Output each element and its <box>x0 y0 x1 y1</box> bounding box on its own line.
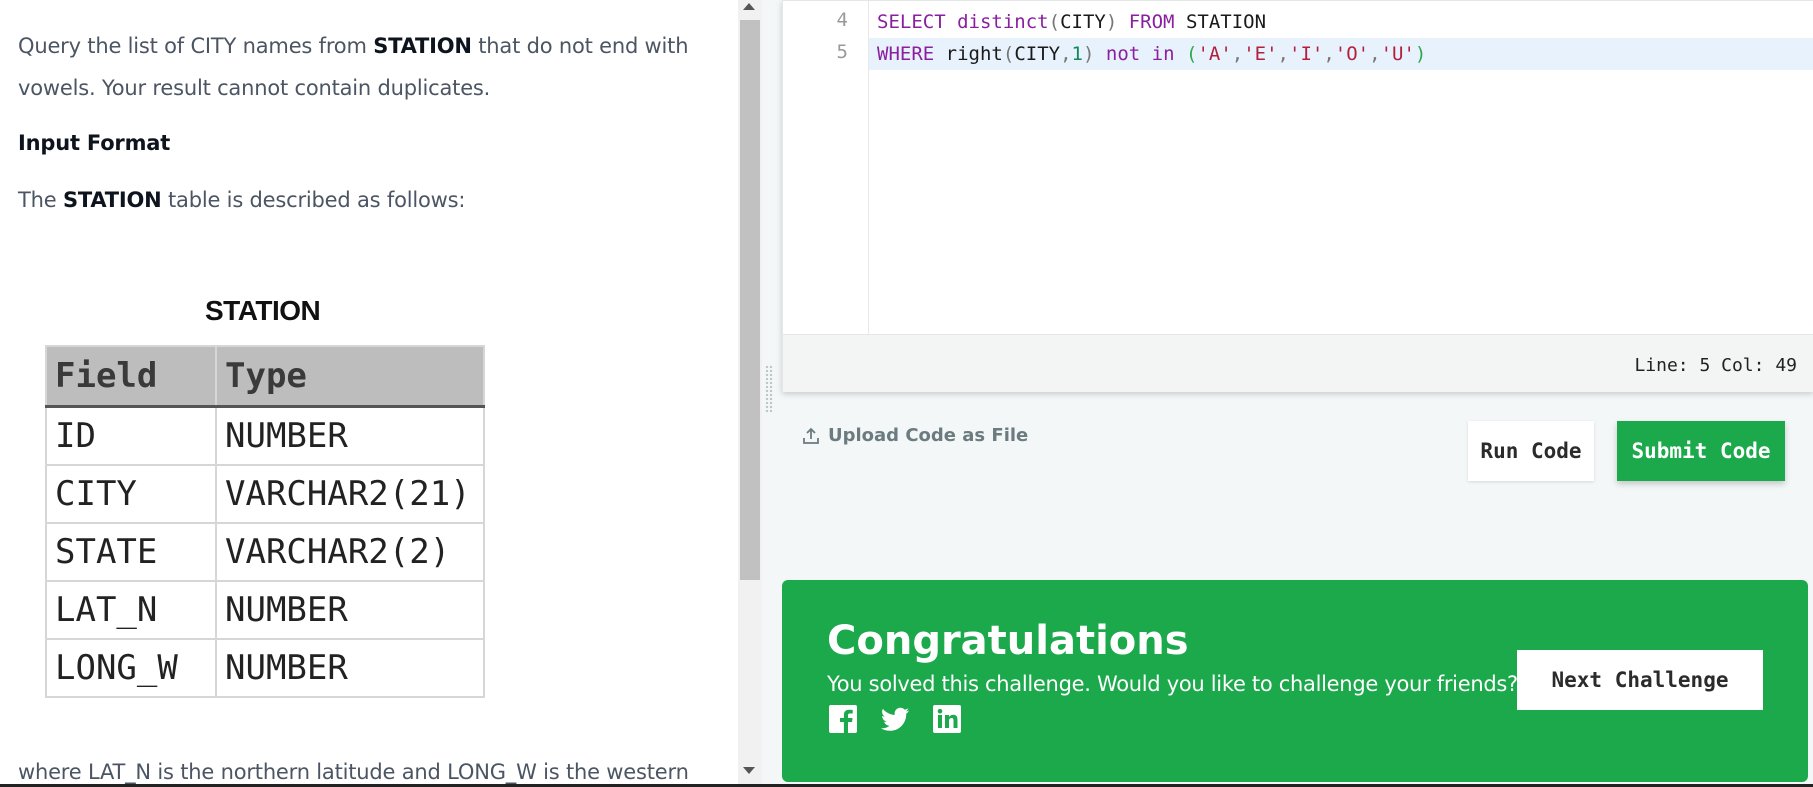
facebook-icon[interactable] <box>827 703 859 735</box>
line-number-gutter: 4 5 <box>783 1 869 334</box>
table-row: ID NUMBER <box>45 405 485 466</box>
code-line-4[interactable]: SELECT distinct(CITY) FROM STATION <box>869 6 1813 38</box>
code-editor-pane: 4 5 SELECT distinct(CITY) FROM STATION W… <box>762 0 1813 787</box>
table-header-row: Field Type <box>45 345 485 408</box>
congrats-title: Congratulations <box>827 618 1189 664</box>
submit-code-button[interactable]: Submit Code <box>1617 421 1785 481</box>
field-cell: STATE <box>45 522 217 582</box>
column-header: Field <box>45 345 217 408</box>
field-cell: LONG_W <box>45 638 217 698</box>
type-cell: VARCHAR2(2) <box>215 522 485 582</box>
congratulations-banner: Congratulations You solved this challeng… <box>782 580 1808 782</box>
upload-icon <box>803 427 819 444</box>
table-row: LONG_W NUMBER <box>45 638 485 698</box>
twitter-icon[interactable] <box>879 703 911 735</box>
code-editor[interactable]: 4 5 SELECT distinct(CITY) FROM STATION W… <box>782 0 1813 392</box>
pane-resize-handle[interactable] <box>765 365 773 413</box>
table-row: LAT_N NUMBER <box>45 580 485 640</box>
upload-code-link[interactable]: Upload Code as File <box>802 425 1028 446</box>
type-cell: NUMBER <box>215 405 485 466</box>
station-table-title: STATION <box>205 295 321 326</box>
problem-scrollbar[interactable] <box>738 0 762 787</box>
problem-intro-line2: vowels. Your result cannot contain dupli… <box>18 76 491 100</box>
scroll-up-arrow-icon[interactable] <box>743 3 755 10</box>
problem-intro-line1: Query the list of CITY names from STATIO… <box>18 34 689 58</box>
column-header: Type <box>215 345 485 408</box>
congrats-message: You solved this challenge. Would you lik… <box>827 672 1518 696</box>
editor-status-bar: Line: 5 Col: 49 <box>783 334 1813 392</box>
cursor-position: Line: 5 Col: 49 <box>1634 355 1797 376</box>
run-code-button[interactable]: Run Code <box>1468 421 1594 481</box>
scroll-down-arrow-icon[interactable] <box>743 767 755 774</box>
station-schema-table: Field Type ID NUMBER CITY VARCHAR2(21) STA… <box>45 345 485 698</box>
table-row: STATE VARCHAR2(2) <box>45 522 485 582</box>
type-cell: NUMBER <box>215 638 485 698</box>
table-row: CITY VARCHAR2(21) <box>45 464 485 524</box>
type-cell: NUMBER <box>215 580 485 640</box>
line-number: 5 <box>836 41 848 63</box>
line-number: 4 <box>836 9 848 31</box>
field-cell: ID <box>45 405 217 466</box>
field-cell: CITY <box>45 464 217 524</box>
problem-footer-text: where LAT_N is the northern latitude and… <box>18 760 689 784</box>
scrollbar-thumb[interactable] <box>740 20 760 580</box>
linkedin-icon[interactable] <box>931 703 963 735</box>
next-challenge-button[interactable]: Next Challenge <box>1517 650 1763 710</box>
field-cell: LAT_N <box>45 580 217 640</box>
problem-statement-pane: Query the list of CITY names from STATIO… <box>0 0 738 787</box>
type-cell: VARCHAR2(21) <box>215 464 485 524</box>
code-line-5[interactable]: WHERE right(CITY,1) not in ('A','E','I',… <box>869 38 1813 70</box>
table-description: The STATION table is described as follow… <box>18 188 466 212</box>
input-format-heading: Input Format <box>18 131 171 155</box>
upload-code-label: Upload Code as File <box>828 425 1029 446</box>
